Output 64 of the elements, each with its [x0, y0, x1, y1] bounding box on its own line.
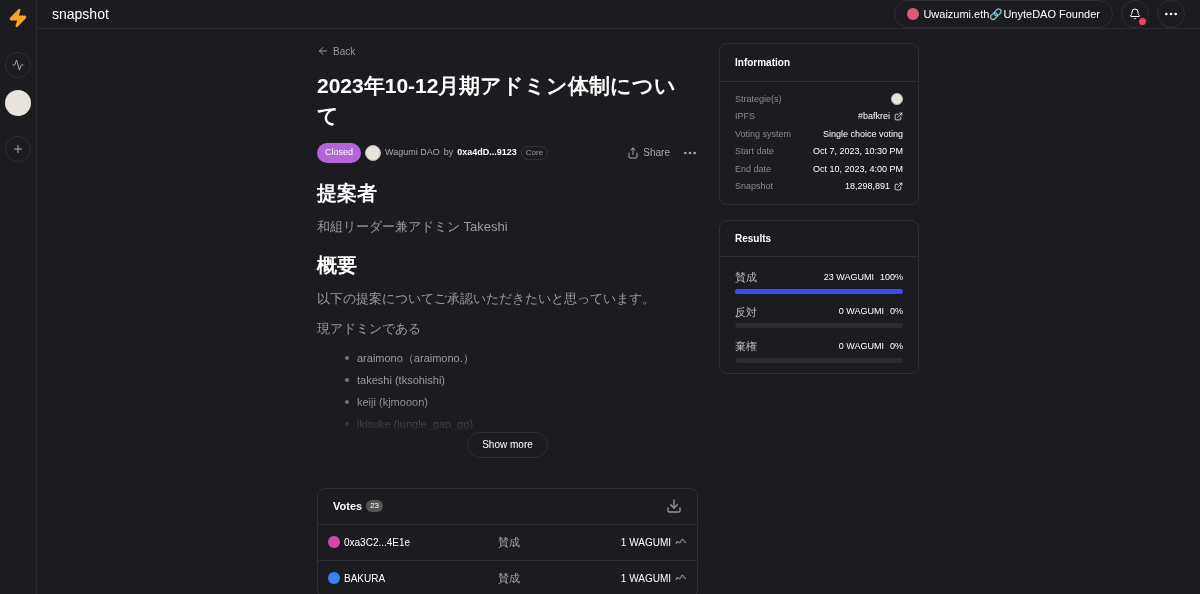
bullet-icon [345, 378, 349, 382]
vote-amount: 1 WAGUMI [619, 571, 671, 586]
share-button[interactable]: Share [627, 145, 670, 161]
strategy-avatar [891, 93, 903, 106]
info-link[interactable]: 18,298,891 [844, 180, 903, 194]
info-link[interactable]: #bafkrei [857, 110, 903, 124]
section-heading: 提案者 [317, 180, 378, 206]
choice-amount: 23 WAGUMI [823, 270, 874, 284]
choice-label: 賛成 [735, 270, 758, 285]
bullet-icon [345, 400, 349, 404]
bell-icon [1129, 8, 1141, 20]
author-address[interactable]: 0xa4dD...9123 [457, 146, 517, 160]
choice-percent: 100% [879, 270, 903, 284]
voter-name[interactable]: BAKURA [344, 570, 386, 586]
info-value: Oct 7, 2023, 10:30 PM [812, 145, 903, 158]
info-value: Oct 10, 2023, 4:00 PM [812, 162, 903, 176]
vote-choice: 賛成 [498, 534, 521, 550]
choice-label: 棄権 [735, 339, 758, 354]
status-badge: Closed [317, 143, 361, 163]
proposal-title: 2023年10-12月期アドミン体制について [317, 73, 678, 129]
voter-name[interactable]: 0xa3C2...4E1e [344, 534, 411, 550]
signature-icon [675, 538, 687, 546]
choice-percent: 0% [890, 305, 903, 318]
account-avatar [907, 8, 920, 20]
body-paragraph: 和組リーダー兼アドミン Takeshi [317, 217, 509, 236]
choice-amount: 0 WAGUMI [838, 305, 884, 318]
admin-list-item: araimono（araimono.） [345, 348, 698, 368]
vote-count-badge: 23 [366, 500, 384, 512]
info-label: Voting system [735, 127, 792, 141]
votes-title: Votes [333, 498, 363, 514]
info-value: Single choice voting [822, 127, 903, 141]
lightning-logo-icon[interactable] [8, 8, 28, 28]
back-link[interactable]: Back [317, 43, 698, 59]
card-title: Results [735, 232, 772, 246]
signature-icon [675, 574, 687, 582]
download-icon[interactable] [666, 498, 682, 514]
brand-name[interactable]: snapshot [52, 3, 887, 25]
body-paragraph: 現アドミンである [317, 319, 422, 338]
by-label: by [443, 146, 454, 159]
card-title: Information [735, 56, 790, 70]
share-icon [627, 146, 640, 159]
vote-amount: 1 WAGUMI [619, 535, 671, 550]
bullet-icon [345, 356, 349, 360]
space-avatar[interactable] [5, 90, 31, 116]
section-heading: 概要 [317, 252, 358, 278]
pulse-icon [12, 59, 24, 71]
show-more-button[interactable]: Show more [467, 431, 548, 458]
external-link-icon [894, 112, 903, 122]
space-avatar [365, 144, 381, 161]
admin-list-item: takeshi (tksohishi) [345, 370, 698, 390]
choice-amount: 0 WAGUMI [838, 339, 884, 353]
info-label: IPFS [735, 110, 755, 123]
info-label: Snapshot [735, 180, 774, 193]
choice-percent: 0% [890, 339, 903, 353]
vote-choice: 賛成 [498, 570, 521, 586]
external-link-icon [894, 182, 903, 192]
plus-icon [12, 143, 24, 155]
space-name[interactable]: Wagumi DAO [385, 146, 440, 160]
info-label: End date [735, 162, 772, 176]
arrow-left-icon [317, 45, 329, 57]
body-paragraph: 以下の提案についてご承認いただきたいと思っています。 [317, 289, 656, 308]
info-label: Start date [735, 145, 775, 158]
info-label: Strategie(s) [735, 92, 782, 106]
choice-label: 反対 [735, 304, 758, 320]
